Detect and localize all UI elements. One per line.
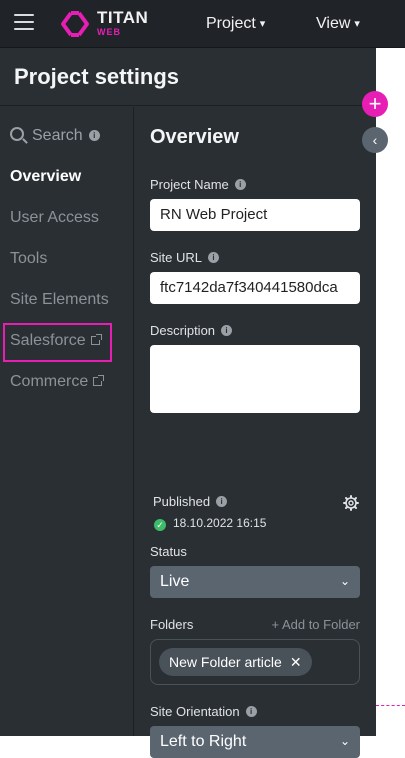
chevron-down-icon: ⌄ — [339, 574, 350, 588]
sidebar-item-label: Commerce — [10, 373, 89, 390]
sidebar-item-commerce[interactable]: Commerce — [10, 373, 105, 391]
view-menu-label: View — [316, 15, 351, 32]
gear-icon[interactable] — [343, 495, 359, 511]
sidebar-item-overview[interactable]: Overview — [10, 168, 81, 186]
status-select[interactable]: Live ⌄ — [150, 566, 360, 598]
project-menu[interactable]: Project ▾ — [206, 15, 265, 33]
site-url-input[interactable]: ftc7142da7f340441580dca — [150, 272, 360, 304]
logo-title: TITAN — [97, 8, 149, 27]
titan-logo-icon — [61, 11, 89, 37]
folders-box: New Folder article ✕ — [150, 639, 360, 685]
folders-label: Folders — [150, 617, 194, 632]
site-orientation-select[interactable]: Left to Right ⌄ — [150, 726, 360, 758]
published-label: Published i — [153, 494, 228, 509]
project-name-label: Project Name i — [150, 177, 246, 192]
settings-sidenav: Search i Overview User Access Tools Site … — [0, 107, 134, 736]
folder-chip-label: New Folder article — [169, 654, 282, 670]
info-icon: i — [208, 252, 220, 263]
project-settings-panel: Project settings Search i Overview User A… — [0, 48, 376, 758]
search-label: Search — [32, 127, 83, 144]
add-to-folder-link[interactable]: + Add to Folder — [271, 617, 360, 632]
chevron-down-icon: ▾ — [354, 18, 360, 30]
sidebar-item-salesforce[interactable]: Salesforce — [10, 332, 102, 350]
search-link[interactable]: Search i — [10, 127, 100, 145]
sidebar-item-site-elements[interactable]: Site Elements — [10, 291, 109, 309]
search-icon — [10, 127, 24, 141]
sidebar-item-user-access[interactable]: User Access — [10, 209, 99, 227]
info-icon: i — [221, 325, 233, 336]
drop-guide-line — [376, 705, 405, 706]
check-circle-icon: ✓ — [154, 519, 166, 531]
logo-subtitle: WEB — [97, 27, 121, 37]
folder-chip: New Folder article ✕ — [159, 648, 312, 676]
info-icon: i — [216, 496, 228, 507]
panel-title: Project settings — [0, 48, 376, 106]
sidebar-item-label: Salesforce — [10, 332, 86, 349]
close-icon[interactable]: ✕ — [290, 654, 302, 670]
status-value: Live — [160, 573, 190, 590]
info-icon: i — [234, 179, 246, 190]
description-textarea[interactable] — [150, 345, 360, 413]
description-label: Description i — [150, 323, 233, 338]
collapse-panel-button[interactable]: ‹ — [362, 127, 388, 153]
project-menu-label: Project — [206, 15, 256, 32]
project-name-input[interactable]: RN Web Project — [150, 199, 360, 231]
site-url-label: Site URL i — [150, 250, 220, 265]
site-orientation-label: Site Orientation i — [150, 704, 257, 719]
published-date: ✓ 18.10.2022 16:15 — [154, 516, 266, 531]
view-menu[interactable]: View ▾ — [316, 15, 360, 33]
add-element-button[interactable]: + — [362, 91, 388, 117]
chevron-down-icon: ▾ — [259, 18, 266, 30]
chevron-down-icon: ⌄ — [339, 734, 350, 748]
external-link-icon — [93, 375, 105, 386]
info-icon: i — [88, 130, 100, 141]
status-label: Status — [150, 544, 187, 559]
sidebar-item-tools[interactable]: Tools — [10, 250, 47, 268]
logo-text: TITAN WEB — [97, 9, 148, 37]
top-bar: TITAN WEB Project ▾ View ▾ — [0, 0, 405, 48]
section-title: Overview — [150, 126, 239, 148]
hamburger-menu-icon[interactable] — [14, 14, 34, 32]
info-icon: i — [245, 706, 257, 717]
external-link-icon — [90, 334, 102, 345]
